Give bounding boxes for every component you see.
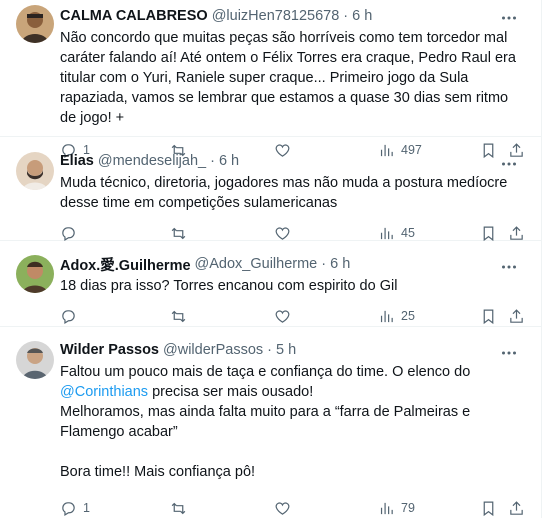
timestamp[interactable]: 6 h (219, 153, 239, 169)
tweet-header: Adox.愛.Guilherme @Adox_Guilherme · 6 h (60, 254, 525, 274)
reply-button[interactable]: 1 (60, 500, 170, 517)
share-button[interactable] (508, 500, 525, 517)
bookmark-button[interactable] (480, 500, 508, 517)
avatar[interactable] (16, 255, 54, 293)
more-options-icon[interactable] (499, 343, 519, 363)
view-count: 79 (401, 501, 415, 515)
separator-dot: · (321, 256, 327, 272)
analytics-icon (380, 502, 393, 514)
bookmark-button[interactable] (480, 308, 508, 325)
view-count: 45 (401, 226, 415, 240)
timestamp[interactable]: 5 h (276, 342, 296, 358)
tweet-text: Não concordo que muitas peças são horrív… (60, 28, 525, 128)
separator-dot: · (343, 8, 349, 24)
tweet-text-segment: Faltou um pouco mais de taça e confiança… (60, 364, 471, 380)
tweet-actions: 1 79 (60, 498, 525, 518)
like-button[interactable] (274, 225, 378, 242)
tweet-paragraph: 18 dias pra isso? Torres encanou com esp… (60, 278, 398, 294)
mention-link[interactable]: @Corinthians (60, 384, 148, 400)
timestamp[interactable]: 6 h (352, 8, 372, 24)
views-button[interactable]: 25 (378, 308, 480, 325)
like-button[interactable] (274, 500, 378, 517)
tweet-paragraph: Faltou um pouco mais de taça e confiança… (60, 362, 525, 402)
share-icon (510, 308, 523, 323)
heart-icon (275, 310, 290, 323)
heart-icon (275, 502, 290, 515)
tweet-paragraph: Muda técnico, diretoria, jogadores mas n… (60, 175, 508, 211)
display-name[interactable]: Adox.愛.Guilherme (60, 254, 191, 275)
more-options-icon[interactable] (499, 257, 519, 277)
tweet[interactable]: CALMA CALABRESO @luizHen78125678 · 6 h N… (0, 0, 541, 158)
tweet-actions: 25 (60, 306, 525, 326)
views-button[interactable]: 79 (378, 500, 480, 517)
analytics-icon (380, 310, 393, 322)
user-handle[interactable]: @luizHen78125678 (212, 8, 340, 24)
retweet-icon (171, 310, 186, 322)
share-button[interactable] (508, 225, 525, 242)
avatar[interactable] (16, 152, 54, 190)
separator-dot: · (210, 153, 215, 169)
view-count: 25 (401, 309, 415, 323)
tweet-header: Elias @mendeselijah_ · 6 h (60, 151, 525, 171)
tweet-paragraph: Não concordo que muitas peças são horrív… (60, 30, 516, 126)
bookmark-icon (483, 309, 494, 324)
tweet[interactable]: Elias @mendeselijah_ · 6 h Muda técnico,… (0, 137, 541, 241)
tweet-text-segment: precisa ser mais ousado! (148, 384, 314, 400)
reply-button[interactable] (60, 308, 170, 325)
reply-button[interactable] (60, 225, 170, 242)
reply-icon (62, 501, 75, 516)
user-handle[interactable]: @mendeselijah_ (98, 153, 206, 169)
display-name[interactable]: CALMA CALABRESO (60, 8, 208, 24)
more-options-icon[interactable] (499, 154, 519, 174)
display-name[interactable]: Elias (60, 153, 94, 169)
reply-icon (62, 309, 75, 324)
heart-icon (275, 227, 290, 240)
share-icon (510, 500, 523, 515)
timestamp[interactable]: 6 h (330, 256, 350, 272)
share-button[interactable] (508, 308, 525, 325)
tweet-paragraph: Bora time!! Mais confiança pô! (60, 464, 256, 480)
separator-dot: · (267, 342, 272, 358)
analytics-icon (380, 227, 393, 239)
like-button[interactable] (274, 308, 378, 325)
share-icon (510, 225, 523, 240)
tweet[interactable]: Adox.愛.Guilherme @Adox_Guilherme · 6 h 1… (0, 241, 541, 327)
user-handle[interactable]: @wilderPassos (163, 342, 263, 358)
retweet-button[interactable] (170, 225, 274, 242)
display-name[interactable]: Wilder Passos (60, 342, 159, 358)
retweet-button[interactable] (170, 500, 274, 517)
tweet-text: Muda técnico, diretoria, jogadores mas n… (60, 173, 525, 213)
tweet-feed: CALMA CALABRESO @luizHen78125678 · 6 h N… (0, 0, 542, 518)
tweet[interactable]: Wilder Passos @wilderPassos · 5 h Faltou… (0, 327, 541, 518)
tweet-header: CALMA CALABRESO @luizHen78125678 · 6 h (60, 6, 525, 26)
tweet-header: Wilder Passos @wilderPassos · 5 h (60, 340, 525, 360)
tweet-paragraph: Melhoramos, mas ainda falta muito para a… (60, 404, 471, 440)
bookmark-icon (483, 501, 494, 516)
retweet-icon (171, 502, 186, 514)
avatar[interactable] (16, 5, 54, 43)
retweet-icon (171, 227, 186, 239)
reply-count: 1 (83, 501, 90, 515)
user-handle[interactable]: @Adox_Guilherme (195, 256, 318, 272)
tweet-actions: 45 (60, 223, 525, 243)
more-options-icon[interactable] (499, 8, 519, 28)
reply-icon (62, 226, 75, 241)
tweet-text: Faltou um pouco mais de taça e confiança… (60, 362, 525, 482)
avatar[interactable] (16, 341, 54, 379)
bookmark-icon (483, 226, 494, 241)
retweet-button[interactable] (170, 308, 274, 325)
bookmark-button[interactable] (480, 225, 508, 242)
views-button[interactable]: 45 (378, 225, 480, 242)
tweet-text: 18 dias pra isso? Torres encanou com esp… (60, 276, 525, 296)
